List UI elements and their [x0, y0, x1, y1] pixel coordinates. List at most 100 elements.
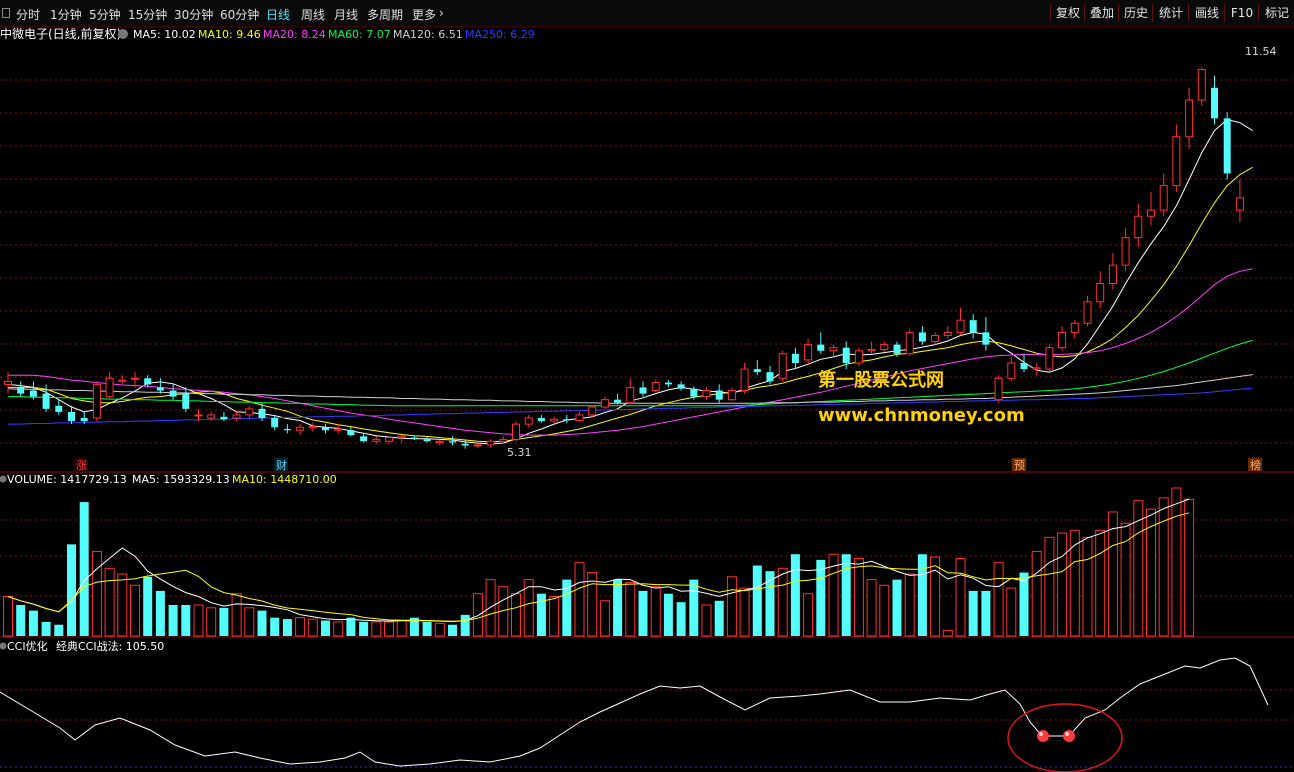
- volume-bar-up: [104, 567, 115, 637]
- volume-bar-up: [130, 584, 140, 637]
- settings-toggle-icon[interactable]: [118, 29, 128, 39]
- candle-body-down: [969, 320, 977, 333]
- marker-yu[interactable]: 预: [1014, 459, 1025, 472]
- volume-bar-down: [790, 554, 800, 636]
- candle-body-up: [626, 386, 635, 404]
- volume-bar-up: [193, 604, 204, 637]
- ma120-label: MA120: 6.51: [393, 28, 463, 41]
- candle-body-up: [397, 435, 406, 439]
- candle-body-up: [118, 379, 127, 382]
- candle-body-up: [372, 438, 381, 442]
- marker-cai[interactable]: 财: [276, 458, 287, 472]
- volume-bar-up: [1069, 529, 1080, 637]
- candle-body-up: [435, 440, 444, 443]
- volume-bar-up: [206, 607, 217, 637]
- ma250-label: MA250: 6.29: [465, 28, 535, 41]
- candle-body-up: [232, 414, 241, 419]
- volume-bar-down: [917, 554, 927, 636]
- candle-body-down: [347, 430, 355, 436]
- volume-bar-down: [67, 544, 76, 636]
- volume-bar-down: [663, 593, 673, 636]
- candle-body-down: [156, 387, 164, 391]
- marker-zhang[interactable]: 涨: [76, 459, 87, 472]
- candle-body-down: [1211, 87, 1218, 119]
- volume-bar-down: [422, 621, 432, 636]
- candle-body-down: [753, 369, 761, 373]
- volume-bar-up: [1044, 536, 1055, 637]
- candle-body-up: [651, 382, 660, 392]
- watermark-url: www.chnmoney.com: [818, 405, 1025, 426]
- volume-bar-up: [803, 593, 814, 637]
- candle-body-down: [169, 390, 177, 397]
- volume-toggle-icon[interactable]: [0, 475, 7, 483]
- cci-toggle-icon[interactable]: [0, 642, 7, 650]
- candle-body-down: [80, 418, 88, 422]
- volume-bar-down: [638, 590, 648, 636]
- volume-bar-up: [599, 600, 610, 637]
- candle-body-down: [42, 393, 50, 409]
- volume-bar-down: [892, 579, 902, 636]
- candle-body-up: [385, 437, 393, 442]
- candle-body-up: [1172, 136, 1181, 187]
- ma5-label: MA5: 10.02: [133, 28, 196, 41]
- candle-body-down: [677, 384, 685, 389]
- candle-body-up: [1147, 209, 1155, 217]
- candle-body-down: [690, 388, 698, 397]
- candle-body-up: [1108, 264, 1117, 284]
- candle-body-up: [956, 319, 965, 333]
- volume-bar-up: [942, 629, 953, 637]
- candle-body-down: [220, 416, 228, 420]
- volume-bar-down: [257, 610, 267, 636]
- volume-bar-up: [866, 579, 877, 637]
- volume-bar-up: [231, 593, 242, 637]
- volume-bar-up: [777, 567, 788, 637]
- candle-body-up: [727, 390, 736, 401]
- volume-bar-down: [181, 604, 191, 636]
- candle-body-up: [550, 418, 559, 422]
- candle-body-up: [1032, 367, 1041, 370]
- candle-body-down: [55, 405, 63, 412]
- volume-bar-down: [752, 565, 762, 636]
- candle-body-down: [791, 353, 799, 363]
- candle-body-up: [92, 383, 101, 419]
- kline-chart[interactable]: 中微电子(日线,前复权) MA5: 10.02 MA10: 9.46 MA20:…: [0, 0, 1294, 772]
- volume-bar-up: [1082, 536, 1093, 637]
- volume-bar-up: [1107, 511, 1118, 637]
- volume-bar-up: [244, 607, 255, 637]
- volume-bar-down: [1019, 572, 1029, 636]
- candle-body-down: [322, 427, 329, 431]
- candle-body-up: [867, 349, 876, 352]
- candle-body-down: [766, 372, 774, 382]
- volume-bar-up: [853, 557, 864, 637]
- cci-value-label: 经典CCI战法: 105.50: [56, 639, 164, 653]
- volume-label: VOLUME: 1417729.13: [7, 473, 127, 486]
- candle-body-up: [245, 408, 254, 416]
- ma60-label: MA60: 7.07: [328, 28, 391, 41]
- volume-bar-up: [3, 596, 13, 637]
- marker-bang[interactable]: 榜: [1250, 458, 1261, 472]
- candle-body-down: [893, 344, 901, 354]
- candle-body-down: [423, 439, 431, 442]
- signal-ball-2-highlight: [1065, 732, 1069, 736]
- volume-bar-up: [396, 619, 407, 637]
- volume-bar-up: [701, 604, 712, 637]
- candle-body-down: [410, 437, 418, 439]
- candle-body-down: [258, 408, 266, 419]
- volume-bar-up: [434, 622, 445, 637]
- candle-body-up: [308, 426, 317, 429]
- volume-bar-up: [1158, 497, 1169, 637]
- candle-body-down: [982, 332, 990, 345]
- low-price-label: 5.31: [507, 446, 532, 459]
- candle-body-down: [614, 399, 622, 403]
- volume-bar-up: [930, 556, 941, 637]
- candle-body-up: [1134, 215, 1143, 239]
- volume-bar-up: [625, 581, 636, 637]
- volume-bar-up: [485, 579, 496, 637]
- candle-body-down: [29, 390, 37, 397]
- event-markers: 涨 财 预 榜: [74, 458, 1262, 472]
- volume-bar-down: [270, 617, 280, 636]
- candle-body-up: [1185, 99, 1194, 138]
- volume-bar-down: [28, 610, 38, 636]
- high-price-label: 11.54: [1245, 45, 1277, 58]
- candle-body-up: [4, 380, 12, 385]
